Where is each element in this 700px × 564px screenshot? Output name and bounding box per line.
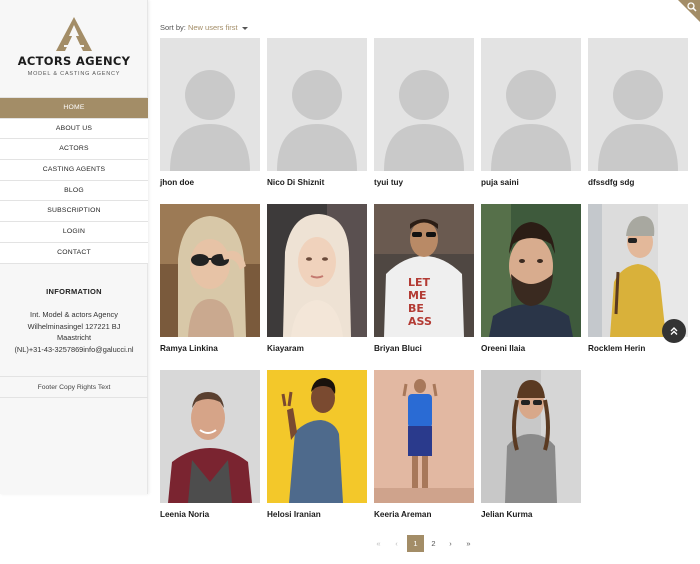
user-name[interactable]: puja saini [481,178,519,187]
information-contact: (NL)+31-43-3257869info@galucci.nl [14,344,134,354]
user-name[interactable]: Keeria Areman [374,510,432,519]
user-name[interactable]: Leenia Noria [160,510,209,519]
page-button-2[interactable]: 2 [425,535,442,552]
sort-label: Sort by: [160,23,186,32]
sidebar: ACTORS AGENCY MODEL & CASTING AGENCY HOM… [0,0,148,494]
profile-photo[interactable] [160,370,260,503]
svg-text:ASS: ASS [408,315,432,328]
user-name[interactable]: Kiayaram [267,344,304,353]
nav-item-contact[interactable]: CONTACT [0,242,148,264]
information-heading: INFORMATION [46,287,102,296]
scroll-top-button[interactable] [662,319,686,343]
first-page-button[interactable]: « [370,535,387,552]
page-button-1[interactable]: 1 [407,535,424,552]
user-name[interactable]: Jelian Kurma [481,510,532,519]
nav-item-home[interactable]: HOME [0,98,148,119]
information-block: INFORMATION Int. Model & actors Agency W… [0,287,148,355]
svg-text:BE: BE [408,302,424,315]
profile-photo[interactable] [481,370,581,503]
svg-text:ME: ME [408,289,426,302]
information-line: Wilhelminasingel 127221 BJ [27,321,121,331]
avatar-placeholder[interactable] [160,38,260,171]
user-name[interactable]: dfssdfg sdg [588,178,634,187]
sort-control[interactable]: Sort by: New users first [160,23,248,32]
nav-item-subscription[interactable]: SUBSCRIPTION [0,201,148,223]
user-name[interactable]: Oreeni Ilaia [481,344,525,353]
user-name[interactable]: Ramya Linkina [160,344,218,353]
user-name[interactable]: jhon doe [160,178,194,187]
profile-photo[interactable] [374,370,474,503]
information-line: Maastricht [56,333,92,342]
svg-text:LET: LET [408,276,431,289]
caret-down-icon[interactable] [241,26,248,30]
avatar-placeholder[interactable] [588,38,688,171]
search-icon[interactable] [672,0,700,28]
avatar-placeholder[interactable] [267,38,367,171]
nav-item-blog[interactable]: BLOG [0,180,148,202]
sort-value[interactable]: New users first [188,23,238,32]
avatar-placeholder[interactable] [481,38,581,171]
nav-item-actors[interactable]: ACTORS [0,139,148,161]
last-page-button[interactable]: » [460,535,477,552]
profile-photo[interactable] [481,204,581,337]
profile-photo[interactable] [267,370,367,503]
information-line: Int. Model & actors Agency [30,310,118,319]
brand-tagline: MODEL & CASTING AGENCY [27,71,121,77]
footer-copyright: Footer Copy Rights Text [0,376,148,398]
nav-item-about-us[interactable]: ABOUT US [0,118,148,140]
nav-item-casting-agents[interactable]: CASTING AGENTS [0,160,148,181]
user-name[interactable]: Helosi Iranian [267,510,321,519]
user-name[interactable]: Rocklem Herin [588,344,645,353]
profile-photo[interactable] [160,204,260,337]
avatar-placeholder[interactable] [374,38,474,171]
brand-name: ACTORS AGENCY [17,54,131,68]
profile-photo[interactable] [267,204,367,337]
nav-item-login[interactable]: LOGIN [0,222,148,243]
user-name[interactable]: Briyan Bluci [374,344,422,353]
user-name[interactable]: Nico Di Shiznit [267,178,324,187]
chevron-double-up-icon [670,327,678,335]
main-nav: HOME ABOUT US ACTORS CASTING AGENTS BLOG… [0,97,148,264]
prev-page-button[interactable]: ‹ [388,535,405,552]
logo-mark-icon [56,17,92,51]
next-page-button[interactable]: › [442,535,459,552]
user-name[interactable]: tyui tuy [374,178,403,187]
logo[interactable]: ACTORS AGENCY MODEL & CASTING AGENCY [0,16,148,77]
profile-photo[interactable]: LET ME BE ASS [374,204,474,337]
profile-photo[interactable] [588,204,688,337]
